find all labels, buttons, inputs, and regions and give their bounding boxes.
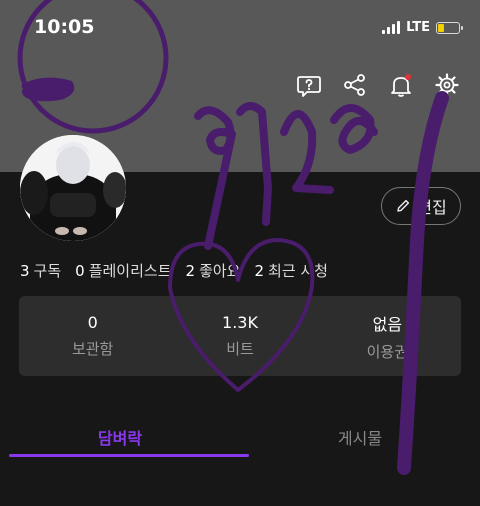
network-type: LTE xyxy=(406,20,430,35)
share-icon[interactable] xyxy=(342,72,368,98)
pencil-icon xyxy=(397,199,410,212)
stat-subscriptions[interactable]: 3 구독 xyxy=(20,260,61,281)
summary-pass[interactable]: 없음 이용권 xyxy=(314,296,461,376)
notification-badge xyxy=(405,74,411,80)
stat-playlists[interactable]: 0 플레이리스트 xyxy=(75,260,171,281)
avatar-image xyxy=(20,135,126,241)
summary-label: 비트 xyxy=(226,340,254,358)
battery-level xyxy=(438,23,444,32)
tab-posts[interactable]: 게시물 xyxy=(240,415,480,461)
edit-profile-label: 편집 xyxy=(417,198,447,217)
summary-storage[interactable]: 0 보관함 xyxy=(19,296,166,376)
stat-recently-watched[interactable]: 2 최근 시청 xyxy=(254,260,328,281)
edit-profile-button[interactable]: 편집 xyxy=(381,187,461,225)
summary-value: 1.3K xyxy=(222,313,258,332)
summary-value: 없음 xyxy=(372,314,403,334)
settings-gear-icon[interactable] xyxy=(434,72,460,98)
profile-avatar[interactable] xyxy=(20,135,126,241)
status-time: 10:05 xyxy=(34,16,95,38)
cellular-signal-icon xyxy=(382,21,401,34)
summary-label: 보관함 xyxy=(71,340,114,358)
summary-value: 0 xyxy=(87,313,98,332)
active-tab-indicator xyxy=(9,454,249,457)
stat-likes[interactable]: 2 좋아요 xyxy=(186,260,241,281)
summary-label: 이용권 xyxy=(366,342,409,361)
status-indicators: LTE xyxy=(382,20,463,35)
notification-bell-icon[interactable] xyxy=(388,72,414,98)
profile-toolbar xyxy=(296,72,460,98)
profile-stats: 3 구독 0 플레이리스트 2 좋아요 2 최근 시청 xyxy=(20,260,328,281)
battery-icon xyxy=(436,21,463,34)
summary-card: 0 보관함 1.3K 비트 없음 이용권 xyxy=(19,296,461,376)
summary-beats[interactable]: 1.3K 비트 xyxy=(166,296,313,376)
help-icon[interactable] xyxy=(296,72,322,98)
